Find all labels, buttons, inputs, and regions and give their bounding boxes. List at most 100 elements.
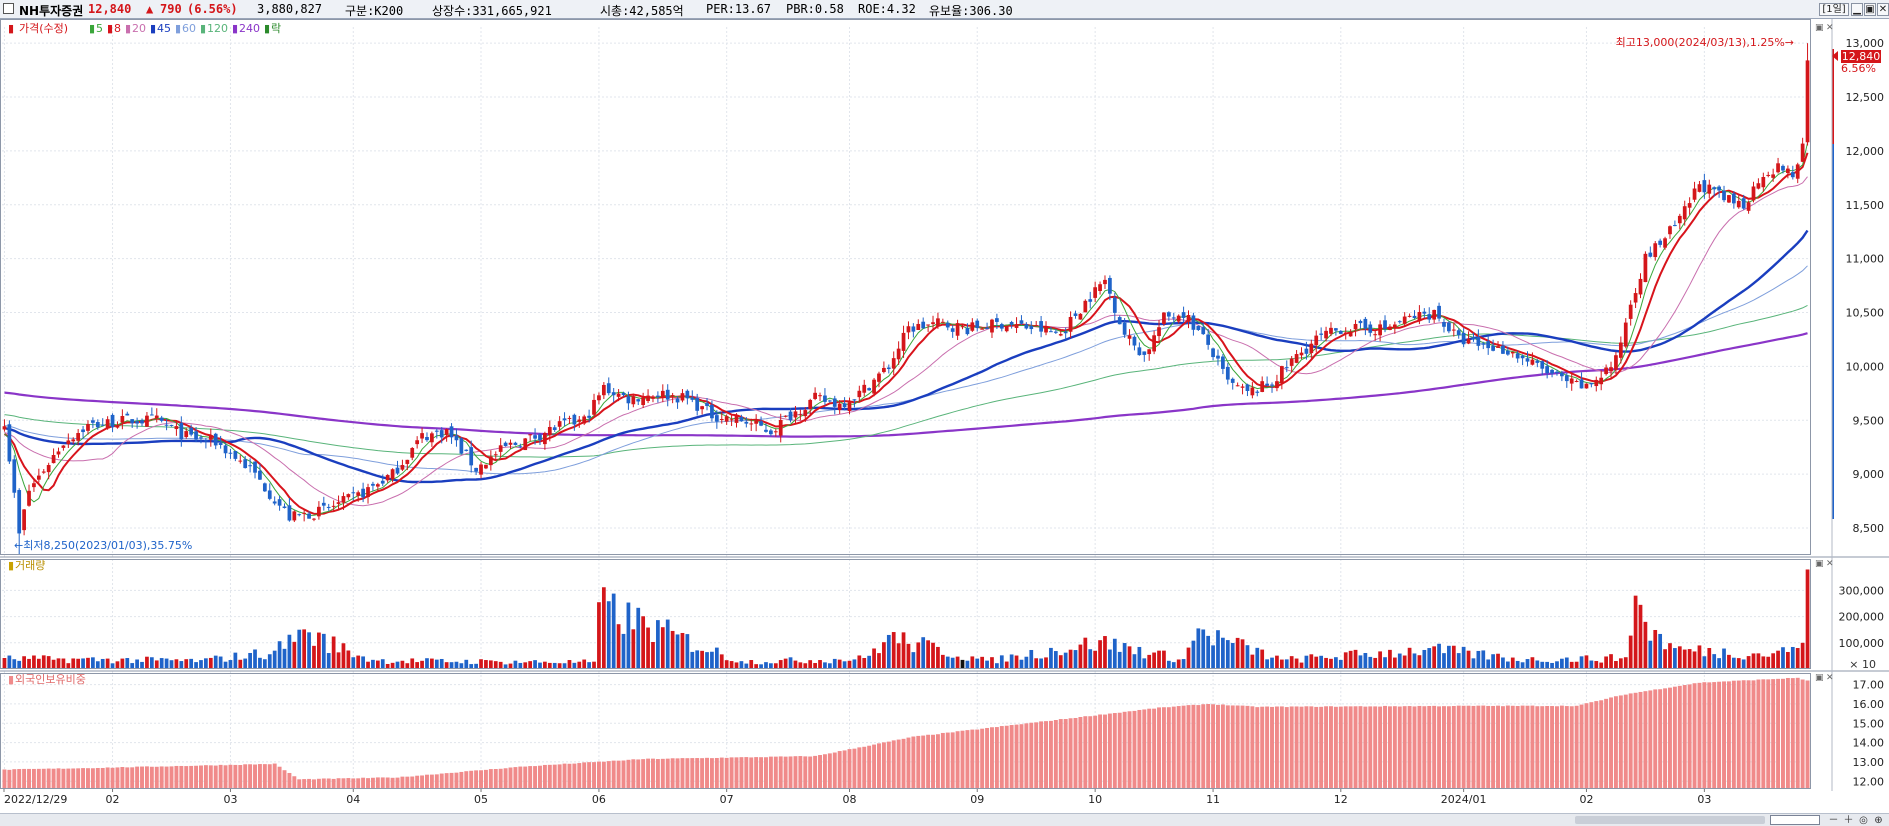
volume-bar: [307, 632, 311, 669]
foreign-ratio-bar: [1063, 719, 1068, 789]
candle-body: [1186, 315, 1191, 322]
foreign-panel-close-icon[interactable]: ✕: [1826, 673, 1834, 683]
foreign-ratio-bar: [729, 757, 734, 789]
minimize-icon[interactable]: ▁: [1851, 3, 1863, 16]
candle-body: [145, 415, 149, 427]
foreign-ratio-bar: [886, 741, 891, 789]
zoom-in-icon[interactable]: ＋: [1843, 815, 1854, 826]
candle-body: [140, 420, 144, 424]
zoom-slider[interactable]: [1770, 815, 1820, 825]
foreign-ratio-bar: [56, 768, 61, 789]
volume-bar: [420, 660, 424, 669]
price-panel-close-icon[interactable]: ✕: [1826, 23, 1834, 33]
period-button[interactable]: [1일]: [1819, 3, 1849, 16]
volume-panel-close-icon[interactable]: ✕: [1826, 559, 1834, 569]
volume-bar: [719, 654, 724, 669]
volume-bar: [1628, 635, 1633, 669]
volume-bar: [975, 658, 980, 669]
candle-body: [179, 422, 184, 440]
foreign-ratio-bar: [483, 769, 488, 789]
chart-select-checkbox[interactable]: [3, 3, 14, 14]
volume-bar: [616, 624, 621, 669]
candle-body: [1353, 323, 1358, 330]
volume-bar: [862, 658, 867, 669]
foreign-ratio-bar: [872, 744, 877, 789]
foreign-ratio-bar: [842, 750, 847, 789]
volume-bar: [1643, 621, 1648, 669]
volume-panel-restore-icon[interactable]: ▣: [1815, 559, 1824, 569]
foreign-ratio-bar: [1545, 706, 1550, 789]
candle-body: [523, 438, 528, 451]
x-axis-label: 11: [1206, 793, 1220, 806]
foreign-ratio-bar: [1481, 705, 1486, 789]
foreign-ratio-bar: [267, 764, 272, 789]
foreign-ratio-bar: [1412, 706, 1417, 789]
volume-bar: [1338, 659, 1343, 669]
zoom-reset-icon[interactable]: ◎: [1858, 815, 1869, 826]
candle-body: [1127, 335, 1132, 339]
foreign-ratio-bar: [1451, 706, 1456, 789]
volume-bar: [17, 660, 22, 669]
stock-chart[interactable]: 13,000 12,500 12,000 11,500 11,000 10,500 10,0…: [0, 19, 1889, 813]
foreign-ratio-bar: [307, 778, 312, 789]
volume-bar: [636, 607, 641, 669]
close-icon[interactable]: ✕: [1877, 3, 1889, 16]
zoom-fit-icon[interactable]: ⊕: [1873, 815, 1884, 826]
x-axis-label: 03: [1697, 793, 1711, 806]
foreign-ratio-bar: [336, 778, 341, 789]
foreign-ratio-bar: [1024, 723, 1029, 789]
foreign-ratio-bar: [12, 769, 17, 789]
foreign-ratio-bar: [631, 759, 636, 789]
volume-bar: [911, 652, 916, 669]
legend-series-label: 락: [271, 22, 281, 35]
volume-bar: [567, 660, 572, 669]
volume-bar: [528, 661, 533, 669]
horizontal-scrollbar[interactable]: [1575, 816, 1765, 824]
volume-bar: [582, 659, 587, 669]
candle-body: [1314, 335, 1319, 346]
candle-body: [1530, 359, 1535, 365]
volume-bar: [1417, 655, 1422, 669]
foreign-ratio-bar: [1191, 704, 1196, 789]
volume-bar: [1255, 647, 1260, 669]
foreign-panel-restore-icon[interactable]: ▣: [1815, 673, 1824, 683]
foreign-ratio-bar: [395, 777, 400, 789]
foreign-ratio-bar: [459, 771, 464, 789]
restore-icon[interactable]: ▣: [1864, 3, 1876, 16]
foreign-title: 외국인보유비중: [15, 673, 86, 686]
foreign-ratio-bar: [1496, 705, 1500, 789]
candle-body: [1456, 330, 1461, 335]
candle-body: [705, 403, 709, 406]
candle-body: [27, 490, 31, 506]
foreign-ratio-bar: [1176, 706, 1181, 789]
foreign-ratio-bar: [95, 767, 100, 789]
foreign-ratio-bar: [990, 727, 994, 789]
foreign-ratio-bar: [813, 755, 818, 789]
candle-body: [1717, 186, 1721, 191]
volume-bar: [1638, 604, 1643, 669]
volume-bar: [906, 643, 911, 669]
candle-body: [1727, 195, 1731, 203]
foreign-ratio-bar: [302, 779, 307, 789]
foreign-ratio-bar: [1225, 705, 1230, 789]
volume-bar: [1501, 657, 1505, 669]
foreign-ratio-bar: [822, 754, 827, 789]
candle-body: [803, 410, 808, 417]
candle-body: [808, 399, 813, 409]
volume-bar: [1525, 659, 1530, 669]
zoom-out-icon[interactable]: －: [1828, 815, 1839, 826]
candle-body: [1363, 318, 1368, 329]
volume-bar: [1731, 657, 1736, 669]
price-panel-restore-icon[interactable]: ▣: [1815, 23, 1824, 33]
candle-body: [341, 496, 346, 503]
volume-bar: [22, 656, 26, 669]
volume-bar: [135, 659, 139, 669]
stock-name[interactable]: NH투자증권: [19, 2, 83, 19]
foreign-ratio-bar: [867, 745, 872, 789]
candle-body: [336, 502, 341, 504]
volume-bar: [1034, 658, 1039, 669]
foreign-ratio-bar: [646, 758, 651, 789]
candle-body: [36, 475, 41, 480]
candle-body: [518, 446, 523, 448]
foreign-ratio-bar: [759, 757, 764, 789]
